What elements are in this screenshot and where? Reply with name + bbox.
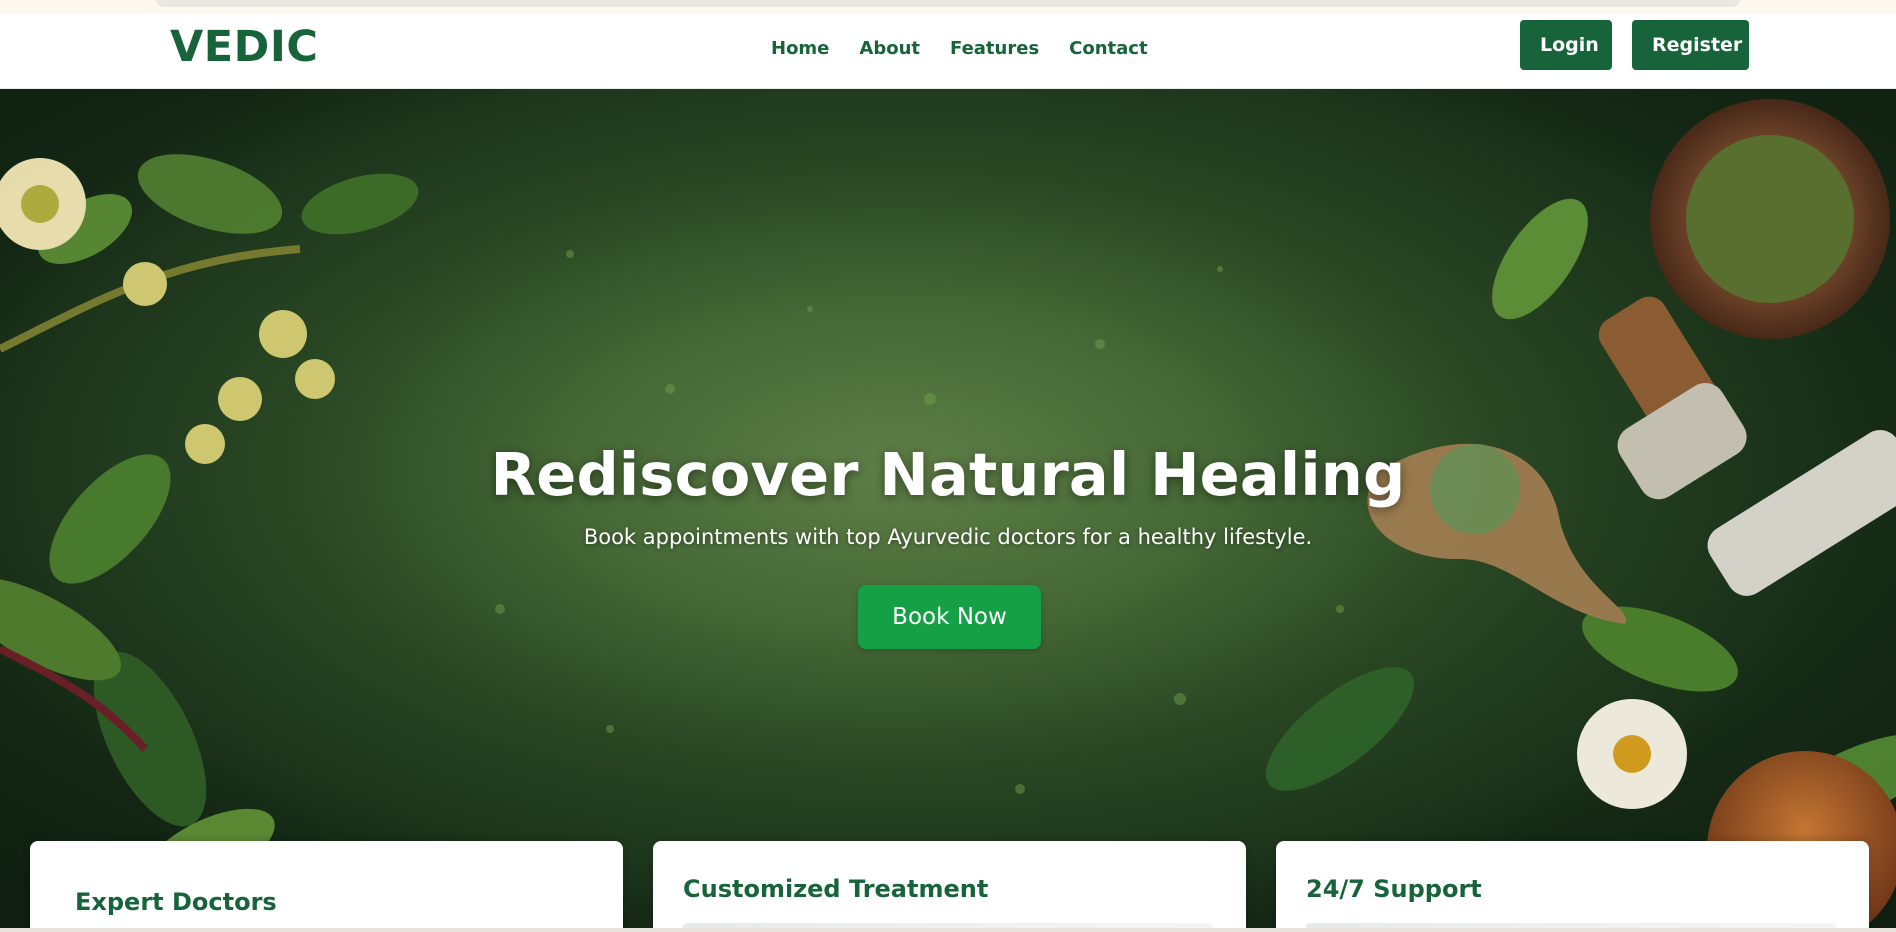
brand-logo[interactable]: VEDIC bbox=[170, 22, 318, 72]
top-navbar: VEDIC Home About Features Contact Login … bbox=[0, 14, 1896, 89]
hero-title: Rediscover Natural Healing bbox=[490, 440, 1406, 509]
feature-card-24-7-support: 24/7 Support bbox=[1276, 841, 1869, 932]
main-nav: Home About Features Contact bbox=[771, 34, 1148, 64]
book-now-button[interactable]: Book Now bbox=[858, 585, 1041, 649]
register-button[interactable]: Register bbox=[1632, 20, 1749, 70]
feature-card-expert-doctors: Expert Doctors bbox=[30, 841, 623, 932]
nav-home-link[interactable]: Home bbox=[771, 34, 829, 64]
nav-contact-link[interactable]: Contact bbox=[1069, 34, 1147, 64]
hero-subtitle: Book appointments with top Ayurvedic doc… bbox=[583, 525, 1313, 549]
login-button[interactable]: Login bbox=[1520, 20, 1612, 70]
hero-section: Rediscover Natural Healing Book appointm… bbox=[0, 89, 1896, 932]
landing-page: VEDIC Home About Features Contact Login … bbox=[0, 0, 1896, 932]
feature-card-title: Customized Treatment bbox=[683, 875, 989, 903]
nav-about-link[interactable]: About bbox=[859, 34, 920, 64]
browser-top-strip-inner bbox=[156, 0, 1740, 7]
hero-background-art bbox=[0, 89, 1896, 932]
feature-card-title: 24/7 Support bbox=[1306, 875, 1482, 903]
bottom-edge-band bbox=[0, 928, 1896, 932]
feature-card-customized-treatment: Customized Treatment bbox=[653, 841, 1246, 932]
nav-features-link[interactable]: Features bbox=[950, 34, 1039, 64]
feature-card-title: Expert Doctors bbox=[75, 888, 277, 916]
browser-top-strip bbox=[0, 0, 1896, 14]
